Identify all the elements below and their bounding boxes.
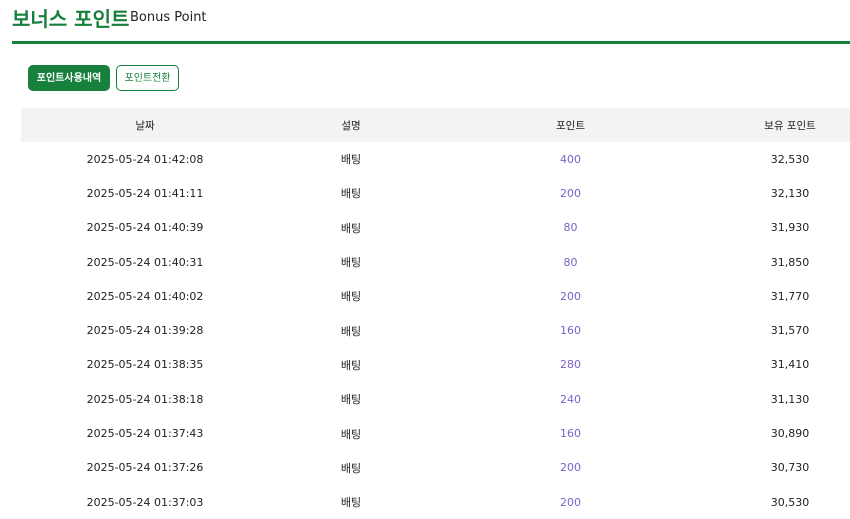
cell-date: 2025-05-24 01:41:11 [86, 186, 204, 200]
cell-balance: 31,130 [770, 392, 810, 406]
table-row: 2025-05-24 01:40:31 배팅 80 31,850 [21, 245, 850, 279]
cell-description: 배팅 [340, 221, 362, 235]
cell-date: 2025-05-24 01:37:03 [86, 495, 204, 509]
table-row: 2025-05-24 01:37:03 배팅 200 30,530 [21, 485, 850, 519]
cell-description: 배팅 [340, 358, 362, 372]
cell-date: 2025-05-24 01:38:18 [86, 392, 204, 406]
cell-point: 80 [563, 221, 578, 235]
cell-description: 배팅 [340, 496, 362, 510]
cell-balance: 31,770 [770, 289, 810, 303]
table-header: 날짜 설명 포인트 보유 포인트 [21, 108, 850, 142]
table-row: 2025-05-24 01:40:02 배팅 200 31,770 [21, 279, 850, 313]
cell-date: 2025-05-24 01:40:39 [86, 221, 204, 235]
cell-description: 배팅 [340, 324, 362, 338]
cell-description: 배팅 [340, 461, 362, 475]
tab-point-history[interactable]: 포인트사용내역 [28, 65, 110, 91]
table-row: 2025-05-24 01:38:18 배팅 240 31,130 [21, 382, 850, 416]
page-subtitle: Bonus Point [130, 10, 207, 25]
cell-description: 배팅 [340, 393, 362, 407]
cell-balance: 31,410 [770, 358, 810, 372]
cell-date: 2025-05-24 01:37:43 [86, 427, 204, 441]
table-row: 2025-05-24 01:40:39 배팅 80 31,930 [21, 211, 850, 245]
cell-point: 200 [560, 461, 581, 475]
cell-balance: 30,890 [770, 427, 810, 441]
cell-balance: 31,570 [770, 324, 810, 338]
cell-point: 400 [560, 152, 581, 166]
cell-description: 배팅 [340, 153, 362, 167]
cell-balance: 30,730 [770, 461, 810, 475]
column-header-description: 설명 [341, 119, 361, 132]
cell-date: 2025-05-24 01:39:28 [86, 324, 204, 338]
cell-balance: 31,850 [770, 255, 810, 269]
cell-date: 2025-05-24 01:40:02 [86, 289, 204, 303]
cell-point: 200 [560, 495, 581, 509]
cell-point: 200 [560, 289, 581, 303]
header-divider [12, 41, 850, 44]
table-body: 2025-05-24 01:42:08 배팅 400 32,530 2025-05-24… [21, 142, 850, 519]
cell-point: 160 [560, 427, 581, 441]
cell-description: 배팅 [340, 427, 362, 441]
cell-balance: 32,530 [770, 152, 810, 166]
cell-point: 280 [560, 358, 581, 372]
table-row: 2025-05-24 01:42:08 배팅 400 32,530 [21, 142, 850, 176]
cell-date: 2025-05-24 01:42:08 [86, 152, 204, 166]
table-row: 2025-05-24 01:37:43 배팅 160 30,890 [21, 416, 850, 450]
cell-point: 80 [563, 255, 578, 269]
tab-point-convert[interactable]: 포인트전환 [116, 65, 179, 91]
page-title: 보너스 포인트 [12, 7, 130, 31]
cell-date: 2025-05-24 01:37:26 [86, 461, 204, 475]
cell-description: 배팅 [340, 187, 362, 201]
cell-balance: 32,130 [770, 186, 810, 200]
point-history-table: 날짜 설명 포인트 보유 포인트 2025-05-24 01:42:08 배팅 40… [21, 108, 850, 519]
cell-point: 200 [560, 186, 581, 200]
cell-description: 배팅 [340, 290, 362, 304]
cell-point: 160 [560, 324, 581, 338]
cell-date: 2025-05-24 01:38:35 [86, 358, 204, 372]
cell-balance: 30,530 [770, 495, 810, 509]
cell-balance: 31,930 [770, 221, 810, 235]
table-row: 2025-05-24 01:38:35 배팅 280 31,410 [21, 348, 850, 382]
column-header-date: 날짜 [135, 119, 155, 132]
page-header: 보너스 포인트 Bonus Point [12, 0, 850, 44]
table-row: 2025-05-24 01:41:11 배팅 200 32,130 [21, 176, 850, 210]
table-row: 2025-05-24 01:37:26 배팅 200 30,730 [21, 451, 850, 485]
cell-description: 배팅 [340, 256, 362, 270]
table-row: 2025-05-24 01:39:28 배팅 160 31,570 [21, 313, 850, 347]
column-header-point: 포인트 [556, 119, 585, 132]
cell-point: 240 [560, 392, 581, 406]
cell-date: 2025-05-24 01:40:31 [86, 255, 204, 269]
column-header-balance: 보유 포인트 [764, 119, 816, 132]
